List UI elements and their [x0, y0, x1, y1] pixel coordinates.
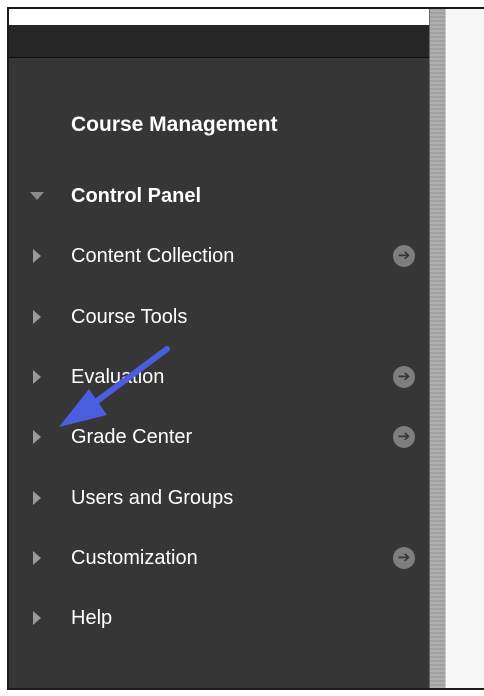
- triangle-right-icon: [33, 249, 41, 263]
- sidebar-item-label: Content Collection: [71, 245, 235, 267]
- sidebar-top-bar: [9, 25, 429, 58]
- arrow-circle-right-icon[interactable]: ➔: [393, 547, 415, 569]
- sidebar-item-customization[interactable]: Customization ➔: [9, 540, 429, 576]
- sidebar-item-evaluation[interactable]: Evaluation ➔: [9, 359, 429, 395]
- sidebar-item-course-tools[interactable]: Course Tools: [9, 299, 429, 335]
- sidebar-heading: Course Management: [71, 113, 278, 136]
- triangle-right-icon: [33, 430, 41, 444]
- triangle-right-icon: [33, 310, 41, 324]
- sidebar-item-label: Grade Center: [71, 426, 193, 448]
- triangle-down-icon: [30, 192, 44, 200]
- triangle-right-icon: [33, 611, 41, 625]
- triangle-right-icon: [33, 370, 41, 384]
- arrow-circle-right-icon[interactable]: ➔: [393, 366, 415, 388]
- sidebar-item-grade-center[interactable]: Grade Center ➔: [9, 419, 429, 455]
- sidebar-item-label: Control Panel: [71, 185, 202, 207]
- sidebar-item-label: Evaluation: [71, 366, 165, 388]
- content-area: [446, 9, 484, 688]
- sidebar-item-label: Help: [71, 607, 113, 629]
- arrow-circle-right-icon[interactable]: ➔: [393, 426, 415, 448]
- sidebar-item-label: Users and Groups: [71, 487, 234, 509]
- top-strip: [9, 9, 429, 25]
- sidebar-item-label: Course Tools: [71, 306, 188, 328]
- arrow-circle-right-icon[interactable]: ➔: [393, 245, 415, 267]
- panel-divider[interactable]: [429, 9, 446, 688]
- sidebar-item-label: Customization: [71, 547, 198, 569]
- triangle-right-icon: [33, 551, 41, 565]
- sidebar-item-users-and-groups[interactable]: Users and Groups: [9, 480, 429, 516]
- sidebar-item-content-collection[interactable]: Content Collection ➔: [9, 238, 429, 274]
- screenshot-frame: Course Management Control Panel Content …: [7, 7, 484, 690]
- triangle-right-icon: [33, 491, 41, 505]
- course-management-sidebar: Course Management Control Panel Content …: [9, 58, 429, 688]
- sidebar-item-control-panel[interactable]: Control Panel: [9, 178, 429, 214]
- sidebar-item-help[interactable]: Help: [9, 600, 429, 636]
